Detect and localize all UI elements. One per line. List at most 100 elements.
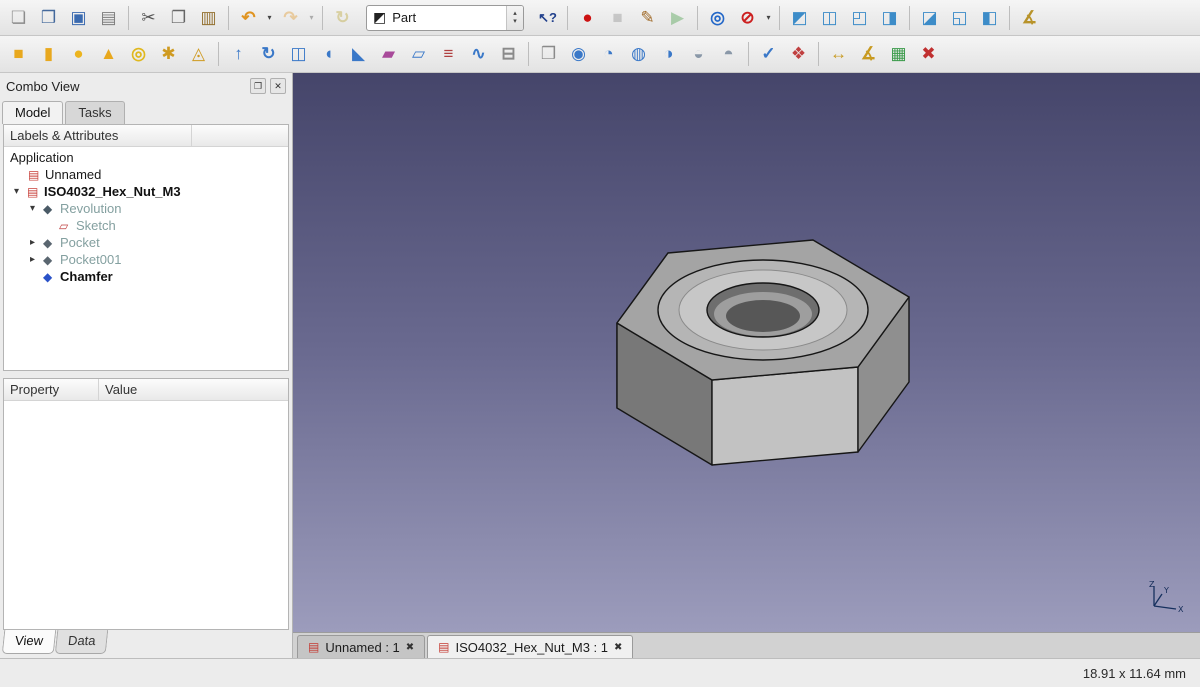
tree-item-label: Chamfer [60, 269, 113, 284]
part-ruledsurface-button[interactable]: ▱ [404, 40, 433, 68]
close-tab-icon[interactable]: ✖ [406, 642, 414, 653]
new-document-button[interactable]: ❏ [4, 4, 33, 32]
value-column-header[interactable]: Value [99, 379, 288, 400]
macro-stop-button[interactable]: ■ [603, 4, 632, 32]
measure-linear-button[interactable]: ↔ [824, 40, 853, 68]
part-cut-button[interactable]: ◔ [594, 40, 623, 68]
part-union-button[interactable]: ◍ [624, 40, 653, 68]
paste-button[interactable]: ▥ [194, 4, 223, 32]
part-connect-button[interactable]: ◒ [684, 40, 713, 68]
part-mirror-button[interactable]: ◫ [284, 40, 313, 68]
tab-model[interactable]: Model [2, 101, 64, 124]
view-axonometric-button[interactable]: ◩ [785, 4, 814, 32]
part-shapebuilder-button[interactable]: ◬ [184, 40, 213, 68]
close-tab-icon[interactable]: ✖ [614, 642, 622, 653]
tree-item-label: Revolution [60, 201, 122, 216]
part-makeface-button[interactable]: ▰ [374, 40, 403, 68]
model-tree: Application ▤ Unnamed ▾ ▤ ISO4032_Hex_Nu… [4, 147, 288, 370]
status-dimensions: 18.91 x 11.64 mm [1082, 665, 1186, 681]
part-extrude-button[interactable]: ↑ [224, 40, 253, 68]
separator [697, 5, 698, 30]
tree-item-label: Sketch [76, 218, 116, 233]
tree-item-sketch[interactable]: ▱ Sketch [4, 217, 288, 234]
tab-view[interactable]: View [1, 630, 57, 654]
macro-record-button[interactable]: ● [573, 4, 602, 32]
combo-view-tabs: Model Tasks [0, 99, 292, 124]
float-panel-button[interactable]: ❐ [250, 78, 266, 94]
save-button[interactable]: ▣ [64, 4, 93, 32]
doc-tab-unnamed[interactable]: ▤ Unnamed : 1 ✖ [297, 635, 426, 658]
tree-item-icon: ◆ [43, 252, 53, 267]
part-box-button[interactable]: ■ [4, 40, 33, 68]
part-compound-button[interactable]: ❒ [534, 40, 563, 68]
view-rear-button[interactable]: ◪ [915, 4, 944, 32]
part-fillet-button[interactable]: ◖ [314, 40, 343, 68]
measure-distance-button[interactable]: ∡ [1015, 4, 1044, 32]
tree-item-application[interactable]: Application [4, 149, 288, 166]
close-panel-button[interactable]: ✕ [270, 78, 286, 94]
view-bottom-button[interactable]: ◱ [945, 4, 974, 32]
view-top-button[interactable]: ◰ [845, 4, 874, 32]
open-document-button[interactable]: ❒ [34, 4, 63, 32]
hex-nut-model[interactable] [293, 73, 1199, 632]
part-boolean-button[interactable]: ◉ [564, 40, 593, 68]
part-sphere-button[interactable]: ● [64, 40, 93, 68]
whats-this-button[interactable]: ↖? [533, 4, 562, 32]
redo-button[interactable]: ↷ [276, 4, 305, 32]
tab-tasks[interactable]: Tasks [65, 101, 125, 124]
macro-edit-button[interactable]: ✎ [633, 4, 662, 32]
measure-angular-button[interactable]: ∡ [854, 40, 883, 68]
part-sweep-button[interactable]: ∿ [464, 40, 493, 68]
expander-icon[interactable]: ▸ [30, 254, 43, 265]
draw-style-dropdown[interactable]: ▾ [763, 4, 774, 32]
workbench-selector[interactable]: ◩ Part ▴ ▾ [366, 4, 524, 31]
part-torus-button[interactable]: ◎ [124, 40, 153, 68]
view-fit-all-button[interactable]: ◎ [703, 4, 732, 32]
draw-style-button[interactable]: ⊘ [733, 4, 762, 32]
part-common-button[interactable]: ◑ [654, 40, 683, 68]
view-front-button[interactable]: ◫ [815, 4, 844, 32]
tree-item-pocket001[interactable]: ▸ ◆ Pocket001 [4, 251, 288, 268]
expander-icon[interactable]: ▾ [30, 203, 43, 214]
tree-item-iso4032-hex-nut-m3[interactable]: ▾ ▤ ISO4032_Hex_Nut_M3 [4, 183, 288, 200]
measure-clear-all-button[interactable]: ✖ [914, 40, 943, 68]
part-section-button[interactable]: ⊟ [494, 40, 523, 68]
part-split-button[interactable]: ◓ [714, 40, 743, 68]
tree-item-unnamed[interactable]: ▤ Unnamed [4, 166, 288, 183]
part-check-geometry-button[interactable]: ✓ [754, 40, 783, 68]
refresh-button[interactable]: ↻ [328, 4, 357, 32]
part-cone-button[interactable]: ▲ [94, 40, 123, 68]
view-left-button[interactable]: ◧ [975, 4, 1004, 32]
tab-data[interactable]: Data [54, 630, 109, 654]
part-refine-shape-button[interactable]: ❖ [784, 40, 813, 68]
tree-item-revolution[interactable]: ▾ ◆ Revolution [4, 200, 288, 217]
separator [909, 5, 910, 30]
tree-item-pocket[interactable]: ▸ ◆ Pocket [4, 234, 288, 251]
measure-toggle-all-button[interactable]: ▦ [884, 40, 913, 68]
part-revolve-button[interactable]: ↻ [254, 40, 283, 68]
separator [228, 5, 229, 30]
separator [528, 42, 529, 66]
property-column-header[interactable]: Property [4, 379, 99, 400]
expander-icon[interactable]: ▾ [14, 186, 27, 197]
tree-item-icon: ▤ [28, 167, 40, 182]
tree-item-chamfer[interactable]: ◆ Chamfer [4, 268, 288, 285]
print-button[interactable]: ▤ [94, 4, 123, 32]
redo-dropdown[interactable]: ▾ [306, 4, 317, 32]
workbench-spinner[interactable]: ▴ ▾ [506, 5, 523, 30]
undo-dropdown[interactable]: ▾ [264, 4, 275, 32]
expander-icon[interactable]: ▸ [30, 237, 43, 248]
doc-tab-iso4032[interactable]: ▤ ISO4032_Hex_Nut_M3 : 1 ✖ [427, 635, 634, 658]
undo-button[interactable]: ↶ [234, 4, 263, 32]
cut-button[interactable]: ✂ [134, 4, 163, 32]
3d-viewport[interactable]: Z Y X [293, 73, 1200, 632]
copy-button[interactable]: ❐ [164, 4, 193, 32]
tree-column-header: Labels & Attributes [4, 125, 288, 147]
part-primitives-button[interactable]: ✱ [154, 40, 183, 68]
part-cylinder-button[interactable]: ▮ [34, 40, 63, 68]
view-right-button[interactable]: ◨ [875, 4, 904, 32]
part-chamfer-button[interactable]: ◣ [344, 40, 373, 68]
part-loft-button[interactable]: ≡ [434, 40, 463, 68]
macro-play-button[interactable]: ▶ [663, 4, 692, 32]
tree-item-icon: ▱ [59, 218, 69, 233]
